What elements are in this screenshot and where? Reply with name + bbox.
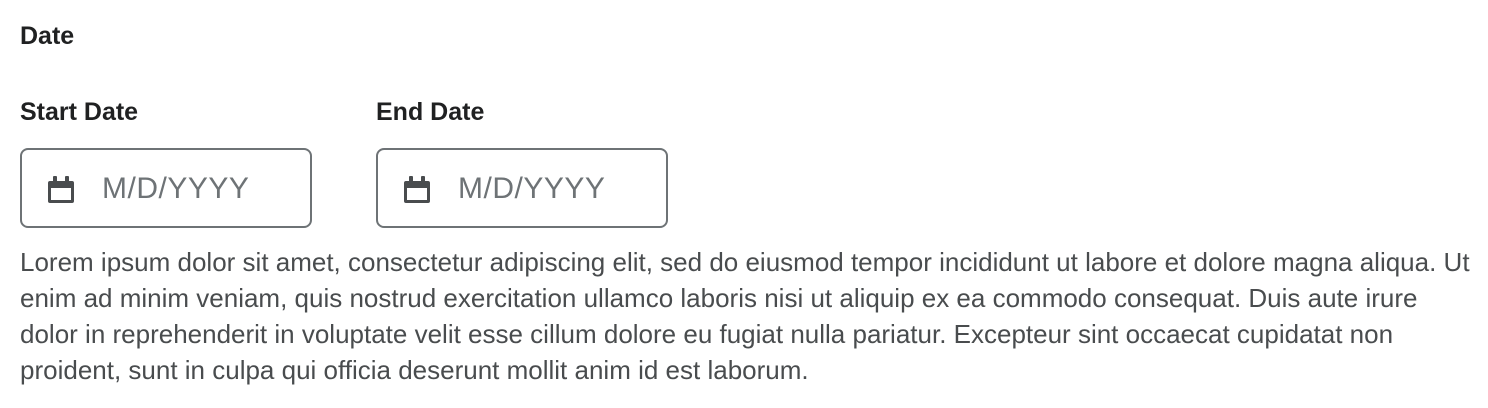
end-date-field: End Date M/D/YYYY	[376, 96, 668, 228]
calendar-icon	[48, 176, 74, 203]
start-date-label: Start Date	[20, 98, 139, 126]
end-date-label: End Date	[376, 98, 485, 126]
start-date-field: Start Date M/D/YYYY	[20, 96, 312, 228]
end-date-input[interactable]: M/D/YYYY	[376, 148, 668, 228]
field-description: Lorem ipsum dolor sit amet, consectetur …	[20, 247, 1470, 385]
section-title: Date	[20, 22, 75, 50]
end-date-placeholder: M/D/YYYY	[458, 172, 606, 205]
start-date-placeholder: M/D/YYYY	[102, 172, 250, 205]
calendar-icon	[404, 176, 430, 203]
start-date-input[interactable]: M/D/YYYY	[20, 148, 312, 228]
